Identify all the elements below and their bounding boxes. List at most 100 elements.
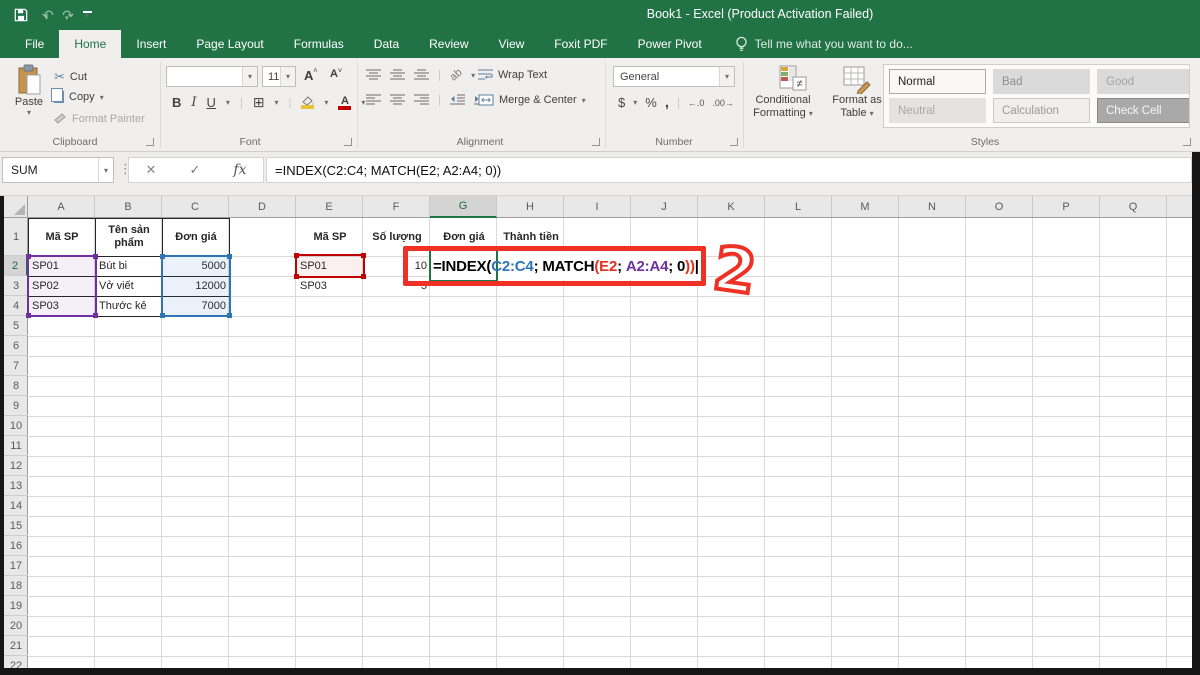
tab-power-pivot[interactable]: Power Pivot <box>623 30 717 58</box>
customize-qat-button[interactable]: ▾ <box>83 11 92 19</box>
row-header-21[interactable]: 21 <box>4 636 28 656</box>
tell-me-box[interactable]: Tell me what you want to do... <box>735 30 913 58</box>
underline-caret[interactable]: ▾ <box>226 98 230 107</box>
middle-align-button[interactable] <box>390 69 405 81</box>
fill-handle[interactable] <box>361 274 366 279</box>
row-header-18[interactable]: 18 <box>4 576 28 596</box>
decrease-decimal-button[interactable]: .00→ <box>712 98 734 108</box>
cell-B4[interactable]: Thước kẻ <box>95 296 163 316</box>
tab-review[interactable]: Review <box>414 30 483 58</box>
grow-font-button[interactable]: A˄ <box>304 68 317 83</box>
style-neutral[interactable]: Neutral <box>889 98 986 123</box>
paste-button[interactable]: Paste ▾ <box>8 64 50 138</box>
tab-foxit-pdf[interactable]: Foxit PDF <box>539 30 622 58</box>
font-name-input[interactable]: ▾ <box>166 66 258 87</box>
save-icon[interactable] <box>14 8 28 22</box>
row-header-8[interactable]: 8 <box>4 376 28 396</box>
column-header-P[interactable]: P <box>1033 196 1100 217</box>
column-header-J[interactable]: J <box>631 196 698 217</box>
number-dialog-launcher[interactable] <box>730 138 738 146</box>
currency-button[interactable]: $ <box>618 95 625 110</box>
percent-button[interactable]: % <box>645 95 657 110</box>
name-box[interactable]: SUM ▾ <box>2 157 114 183</box>
formula-input[interactable]: =INDEX(C2:C4; MATCH(E2; A2:A4; 0)) <box>266 157 1192 183</box>
style-bad[interactable]: Bad <box>993 69 1090 94</box>
row-header-5[interactable]: 5 <box>4 316 28 336</box>
style-normal[interactable]: Normal <box>889 69 986 94</box>
fill-handle[interactable] <box>26 254 31 259</box>
tab-insert[interactable]: Insert <box>121 30 181 58</box>
row-header-3[interactable]: 3 <box>4 276 28 296</box>
cell-A1[interactable]: Mã SP <box>28 218 96 256</box>
tab-formulas[interactable]: Formulas <box>279 30 359 58</box>
insert-function-button[interactable]: fx <box>233 162 246 178</box>
column-header-C[interactable]: C <box>162 196 229 217</box>
column-header-E[interactable]: E <box>296 196 363 217</box>
fill-handle[interactable] <box>294 253 299 258</box>
style-calculation[interactable]: Calculation <box>993 98 1090 123</box>
fill-handle[interactable] <box>227 254 232 259</box>
wrap-text-button[interactable]: Wrap Text <box>478 69 547 81</box>
fill-handle[interactable] <box>294 274 299 279</box>
cell-E1[interactable]: Mã SP <box>296 218 364 256</box>
shrink-font-button[interactable]: A˅ <box>330 68 342 80</box>
fill-handle[interactable] <box>160 313 165 318</box>
tab-data[interactable]: Data <box>359 30 414 58</box>
alignment-dialog-launcher[interactable] <box>592 138 600 146</box>
cell-B1[interactable]: Tên sản phẩm <box>95 218 163 256</box>
row-header-19[interactable]: 19 <box>4 596 28 616</box>
number-format-select[interactable]: General ▾ <box>613 66 735 87</box>
cancel-button[interactable]: ✕ <box>146 162 157 178</box>
conditional-formatting-button[interactable]: ≠ Conditional Formatting ▾ <box>752 64 834 120</box>
cell-E3[interactable]: SP03 <box>296 276 364 296</box>
bold-button[interactable]: B <box>172 95 181 110</box>
column-header-F[interactable]: F <box>363 196 430 217</box>
column-header-K[interactable]: K <box>698 196 765 217</box>
row-header-15[interactable]: 15 <box>4 516 28 536</box>
row-header-12[interactable]: 12 <box>4 456 28 476</box>
row-header-4[interactable]: 4 <box>4 296 28 316</box>
cell-B3[interactable]: Vở viết <box>95 276 163 296</box>
column-header-L[interactable]: L <box>765 196 832 217</box>
tab-page-layout[interactable]: Page Layout <box>181 30 278 58</box>
row-header-17[interactable]: 17 <box>4 556 28 576</box>
column-header-N[interactable]: N <box>899 196 966 217</box>
column-header-O[interactable]: O <box>966 196 1033 217</box>
align-left-button[interactable] <box>366 94 381 106</box>
row-header-9[interactable]: 9 <box>4 396 28 416</box>
format-as-table-button[interactable]: Format as Table ▾ <box>832 64 882 120</box>
styles-dialog-launcher[interactable] <box>1183 138 1191 146</box>
row-header-13[interactable]: 13 <box>4 476 28 496</box>
font-dialog-launcher[interactable] <box>344 138 352 146</box>
align-center-button[interactable] <box>390 94 405 106</box>
font-size-input[interactable]: 11 ▾ <box>262 66 296 87</box>
undo-button[interactable]: ↶▾ <box>42 8 48 22</box>
row-header-16[interactable]: 16 <box>4 536 28 556</box>
format-painter-button[interactable]: Format Painter <box>54 113 145 125</box>
borders-button[interactable]: ⊞ <box>253 94 265 111</box>
name-box-caret[interactable]: ▾ <box>98 158 113 182</box>
orientation-button[interactable]: ab <box>447 66 464 83</box>
clipboard-dialog-launcher[interactable] <box>146 138 154 146</box>
select-all-button[interactable] <box>4 196 28 218</box>
column-header-Q[interactable]: Q <box>1100 196 1167 217</box>
fill-color-button[interactable] <box>301 96 314 109</box>
comma-button[interactable]: , <box>665 94 669 111</box>
fill-handle[interactable] <box>227 313 232 318</box>
style-check-cell[interactable]: Check Cell <box>1097 98 1190 123</box>
row-header-1[interactable]: 1 <box>4 218 28 256</box>
align-right-button[interactable] <box>414 94 429 106</box>
column-header-H[interactable]: H <box>497 196 564 217</box>
decrease-indent-button[interactable] <box>450 94 465 106</box>
column-header-B[interactable]: B <box>95 196 162 217</box>
row-header-2[interactable]: 2 <box>4 256 28 276</box>
cell-C1[interactable]: Đơn giá <box>162 218 230 256</box>
row-header-20[interactable]: 20 <box>4 616 28 636</box>
fill-handle[interactable] <box>26 313 31 318</box>
bottom-align-button[interactable] <box>414 69 429 81</box>
font-color-button[interactable]: A <box>338 96 351 110</box>
column-header-M[interactable]: M <box>832 196 899 217</box>
row-header-7[interactable]: 7 <box>4 356 28 376</box>
fill-handle[interactable] <box>160 254 165 259</box>
row-header-10[interactable]: 10 <box>4 416 28 436</box>
